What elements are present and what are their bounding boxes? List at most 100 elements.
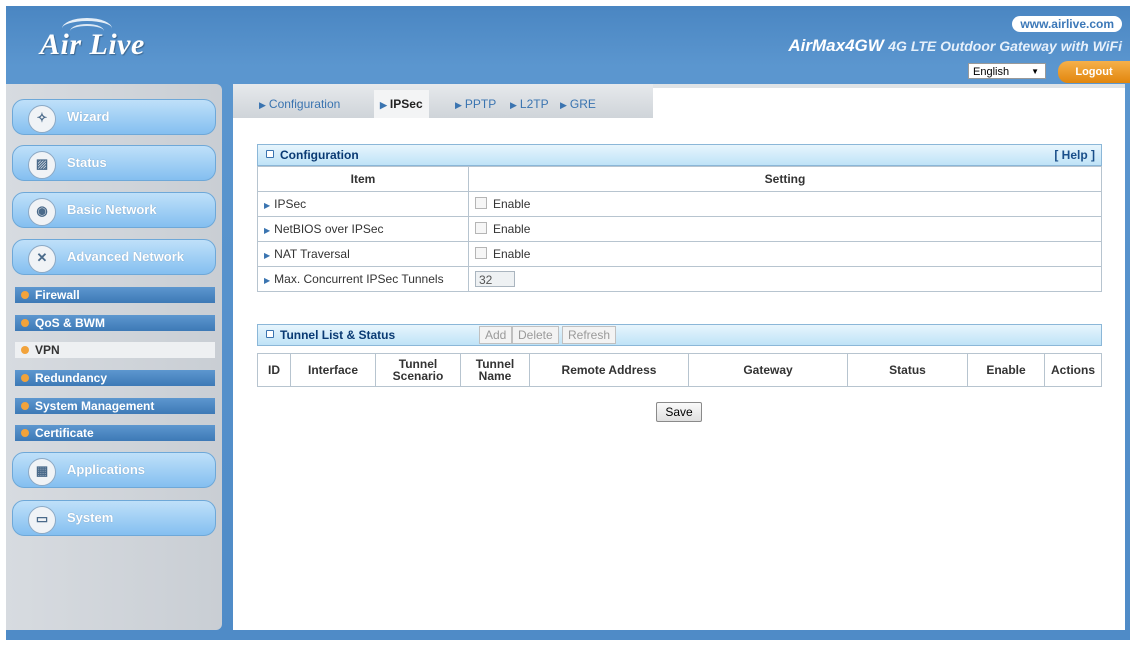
bullet-icon xyxy=(21,402,29,410)
column-header-gateway: Gateway xyxy=(688,353,848,387)
triangle-icon: ▶ xyxy=(264,276,271,285)
row-label: ▶ Max. Concurrent IPSec Tunnels xyxy=(257,266,469,292)
sidebar-sub-label: VPN xyxy=(35,343,60,357)
sidebar-sub-vpn[interactable]: VPN xyxy=(15,342,215,358)
product-description: 4G LTE Outdoor Gateway with WiFi xyxy=(888,38,1122,54)
bullet-icon xyxy=(21,374,29,382)
ipsec-enable-checkbox[interactable] xyxy=(475,197,487,209)
sidebar-sub-system-management[interactable]: System Management xyxy=(15,398,215,414)
sidebar-item-label: Status xyxy=(67,155,107,170)
sidebar-item-label: Wizard xyxy=(67,109,110,124)
sidebar-item-label: Basic Network xyxy=(67,202,157,217)
monitor-icon: ▭ xyxy=(28,506,56,534)
row-setting: Enable xyxy=(468,216,1102,242)
sidebar-sub-qos-bwm[interactable]: QoS & BWM xyxy=(15,315,215,331)
tab-label: Configuration xyxy=(268,97,341,111)
panel-title: Configuration xyxy=(280,148,359,162)
logout-button[interactable]: Logout xyxy=(1058,61,1130,83)
column-header-id: ID xyxy=(257,353,291,387)
column-header-tunnel-name: Tunnel Name xyxy=(460,353,530,387)
main-content: ▶ Configuration ▶ IPSec ▶ PPTP ▶ L2TP ▶ GRE C… xyxy=(233,84,1125,630)
column-header-enable: Enable xyxy=(967,353,1045,387)
product-title: AirMax4GW 4G LTE Outdoor Gateway with Wi… xyxy=(788,36,1122,56)
row-label-text: Max. Concurrent IPSec Tunnels xyxy=(274,272,444,286)
sidebar-item-applications[interactable]: ▦ Applications xyxy=(12,452,216,488)
triangle-icon: ▶ xyxy=(380,100,387,110)
delete-button[interactable]: Delete xyxy=(512,326,559,344)
row-setting: 32 xyxy=(468,266,1102,292)
tab-gre[interactable]: ▶ GRE xyxy=(560,93,596,115)
sidebar-item-advanced-network[interactable]: ✕ Advanced Network xyxy=(12,239,216,275)
configuration-panel-header: Configuration [ Help ] xyxy=(257,144,1102,166)
logo-text: Air Live xyxy=(40,28,145,61)
tab-ipsec[interactable]: ▶ IPSec xyxy=(374,90,429,118)
triangle-icon: ▶ xyxy=(264,226,271,235)
refresh-button[interactable]: Refresh xyxy=(562,326,617,344)
tab-label: L2TP xyxy=(519,97,549,111)
sidebar-item-status[interactable]: ▨ Status xyxy=(12,145,216,181)
sidebar-sub-certificate[interactable]: Certificate xyxy=(15,425,215,441)
tab-label: IPSec xyxy=(389,97,423,111)
sidebar-sub-label: Certificate xyxy=(35,426,94,440)
row-label: ▶ NAT Traversal xyxy=(257,241,469,267)
column-header-setting: Setting xyxy=(468,166,1102,192)
sidebar-item-label: Applications xyxy=(67,462,146,477)
table-row: ▶ NAT Traversal Enable xyxy=(257,241,1102,267)
netbios-enable-checkbox[interactable] xyxy=(475,222,487,234)
language-value: English xyxy=(973,66,1010,78)
row-label-text: IPSec xyxy=(274,197,307,211)
tab-pptp[interactable]: ▶ PPTP xyxy=(455,93,496,115)
sidebar-item-wizard[interactable]: ✧ Wizard xyxy=(12,99,216,135)
row-setting: Enable xyxy=(468,241,1102,267)
bullet-icon xyxy=(21,291,29,299)
tab-configuration[interactable]: ▶ Configuration xyxy=(259,93,340,115)
table-row: ▶ NetBIOS over IPSec Enable xyxy=(257,216,1102,242)
triangle-icon: ▶ xyxy=(259,100,266,110)
row-label-text: NAT Traversal xyxy=(274,247,350,261)
sidebar-sub-label: Firewall xyxy=(35,288,80,302)
configuration-table: Item Setting ▶ IPSec Enable ▶ NetBIOS over… xyxy=(257,166,1102,292)
add-button[interactable]: Add xyxy=(479,326,513,344)
airlive-logo: Air Live xyxy=(40,18,190,64)
sidebar-sub-firewall[interactable]: Firewall xyxy=(15,287,215,303)
panel-title: Tunnel List & Status xyxy=(280,328,396,342)
checkbox-label: Enable xyxy=(493,247,531,261)
sidebar-sub-redundancy[interactable]: Redundancy xyxy=(15,370,215,386)
checkbox-label: Enable xyxy=(493,222,531,236)
table-row: ▶ Max. Concurrent IPSec Tunnels 32 xyxy=(257,266,1102,292)
column-header-remote-address: Remote Address xyxy=(529,353,689,387)
collapse-icon[interactable] xyxy=(266,330,274,338)
language-select[interactable]: English ▼ xyxy=(968,63,1046,79)
sidebar-sub-label: Redundancy xyxy=(35,371,108,385)
save-button[interactable]: Save xyxy=(656,402,702,422)
sidebar-item-label: Advanced Network xyxy=(67,249,185,264)
tab-label: GRE xyxy=(569,97,596,111)
max-tunnels-input[interactable]: 32 xyxy=(475,271,515,287)
sidebar-item-system[interactable]: ▭ System xyxy=(12,500,216,536)
collapse-icon[interactable] xyxy=(266,150,274,158)
checkbox-label: Enable xyxy=(493,197,531,211)
nat-traversal-enable-checkbox[interactable] xyxy=(475,247,487,259)
column-header-tunnel-scenario: Tunnel Scenario xyxy=(375,353,461,387)
bullet-icon xyxy=(21,319,29,327)
tools-icon: ✕ xyxy=(28,245,56,273)
tunnel-table: ID Interface Tunnel Scenario Tunnel Name… xyxy=(257,353,1102,387)
tab-l2tp[interactable]: ▶ L2TP xyxy=(510,93,549,115)
column-header-item: Item xyxy=(257,166,469,192)
dropdown-arrow-icon: ▼ xyxy=(1031,67,1039,76)
row-setting: Enable xyxy=(468,191,1102,217)
help-link[interactable]: [ Help ] xyxy=(1054,145,1095,165)
row-label: ▶ NetBIOS over IPSec xyxy=(257,216,469,242)
site-url[interactable]: www.airlive.com xyxy=(1012,16,1122,32)
sidebar-item-basic-network[interactable]: ◉ Basic Network xyxy=(12,192,216,228)
apps-icon: ▦ xyxy=(28,458,56,486)
triangle-icon: ▶ xyxy=(560,100,567,110)
column-header-interface: Interface xyxy=(290,353,376,387)
wand-icon: ✧ xyxy=(28,105,56,133)
column-header-actions: Actions xyxy=(1044,353,1102,387)
sidebar-sub-label: System Management xyxy=(35,399,155,413)
tunnel-list-panel-header: Tunnel List & Status Add Delete Refresh xyxy=(257,324,1102,346)
row-label: ▶ IPSec xyxy=(257,191,469,217)
triangle-icon: ▶ xyxy=(264,201,271,210)
triangle-icon: ▶ xyxy=(264,251,271,260)
